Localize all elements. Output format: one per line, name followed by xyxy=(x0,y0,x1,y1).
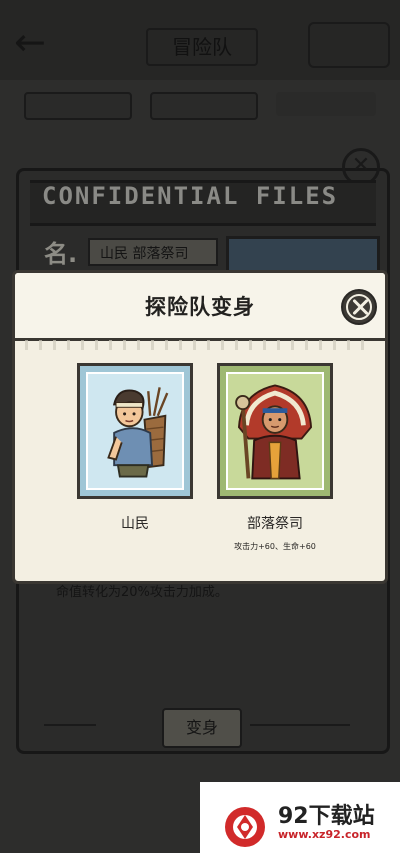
villager-portrait xyxy=(107,387,169,478)
site-logo-icon xyxy=(225,807,265,847)
name-field: 山民 部落祭司 xyxy=(88,238,218,266)
watermark-url: www.xz92.com xyxy=(278,828,371,841)
transform-button[interactable]: 变身 xyxy=(162,708,242,748)
background-title: 冒险队 xyxy=(146,28,258,66)
watermark-brand: 92下载站 xyxy=(278,804,375,829)
close-icon[interactable] xyxy=(341,289,377,325)
divider xyxy=(44,724,96,742)
tribal-priest-stats: 攻击力+60、生命+60 xyxy=(234,542,316,551)
villager-name: 山民 xyxy=(121,516,149,532)
tribal-priest-card[interactable] xyxy=(217,363,333,499)
modal-header: 探险队变身 xyxy=(15,273,385,350)
transform-modal: 探险队变身 山民 部落祭司 攻击力+60、生命+60 xyxy=(12,270,388,584)
modal-title: 探险队变身 xyxy=(145,295,255,319)
filter-chip[interactable] xyxy=(276,92,376,116)
name-label: 名. xyxy=(44,240,78,268)
back-arrow-icon[interactable]: ← xyxy=(14,22,62,62)
filter-chip[interactable] xyxy=(24,92,132,120)
tribal-priest-portrait xyxy=(235,384,313,480)
villager-card[interactable] xyxy=(77,363,193,499)
tribal-priest-name: 部落祭司 xyxy=(247,516,303,532)
confidential-header: CONFIDENTIAL FILES xyxy=(42,182,339,210)
watermark: 92下载站 www.xz92.com xyxy=(200,782,400,853)
divider xyxy=(250,724,350,742)
filter-chip[interactable] xyxy=(150,92,258,120)
top-right-button[interactable] xyxy=(308,22,390,68)
